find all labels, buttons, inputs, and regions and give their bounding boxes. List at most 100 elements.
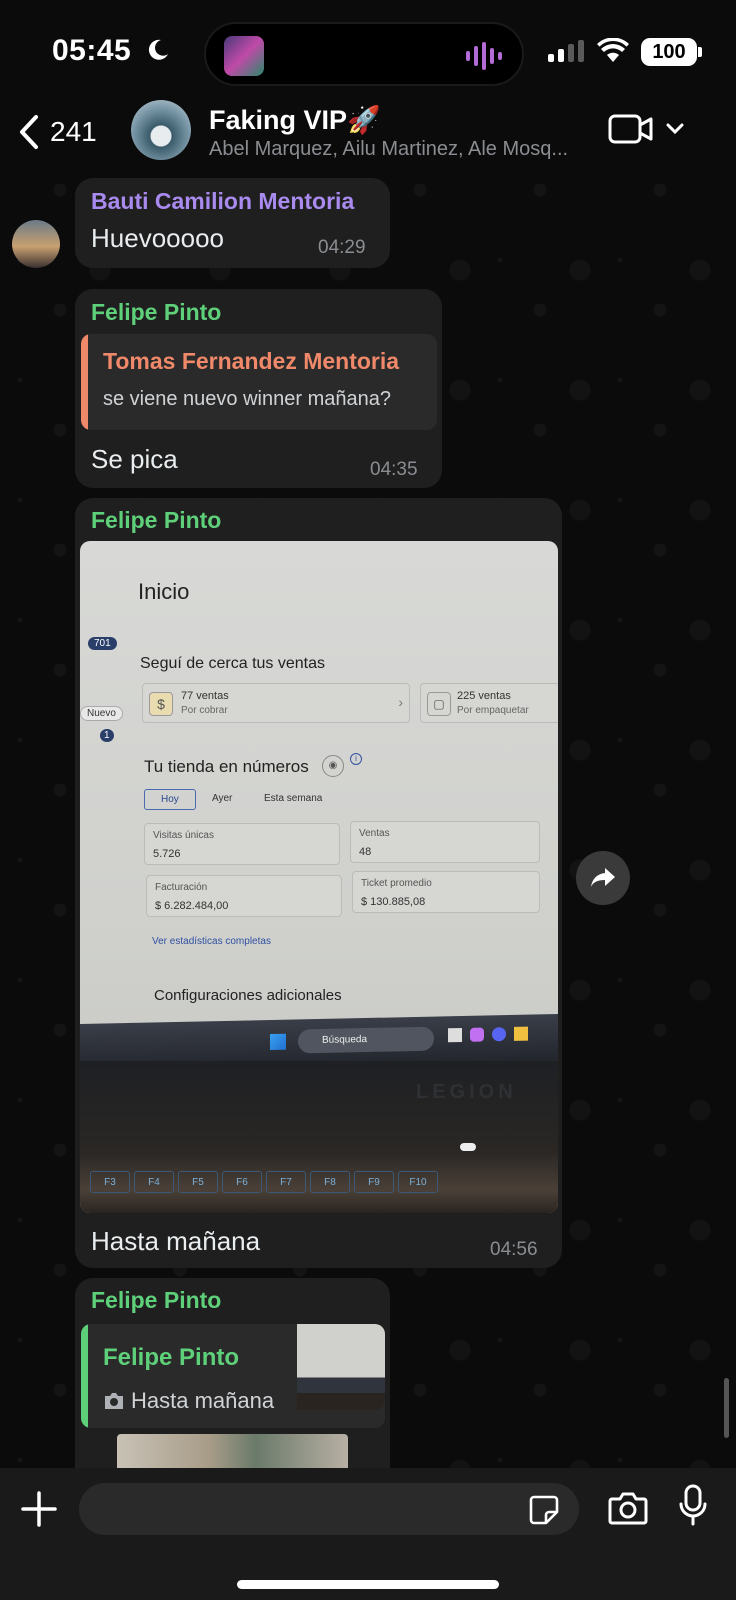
dynamic-island[interactable] (204, 22, 524, 86)
photo-stat-label: Facturación (155, 882, 208, 893)
photo-stat-card: Visitas únicas 5.726 (144, 823, 340, 865)
status-time: 05:45 (52, 34, 132, 67)
chevron-left-icon (20, 115, 38, 149)
camera-icon (105, 1393, 123, 1409)
photo-stat-card: Ventas 48 (350, 821, 540, 863)
photo-keyboard: F3 F4 F5 F6 F7 F8 F9 F10 (80, 1171, 558, 1211)
photo-badge-count: 701 (88, 637, 117, 650)
forward-arrow-icon (591, 868, 615, 887)
group-avatar[interactable] (131, 100, 191, 160)
photo-card-sub: Por empaquetar (457, 705, 529, 716)
power-led (460, 1143, 476, 1151)
group-members[interactable]: Abel Marquez, Ailu Martinez, Ale Mosq... (209, 138, 589, 161)
photo-card-sub: Por cobrar (181, 705, 228, 716)
key: F10 (398, 1171, 438, 1193)
message-time: 04:35 (370, 459, 418, 480)
photo-section-ventas: Seguí de cerca tus ventas (140, 655, 325, 672)
now-playing-artwork (224, 36, 264, 76)
photo-stat-card: Facturación $ 6.282.484,00 (146, 875, 342, 917)
dollar-icon: $ (149, 692, 173, 716)
reply-text: se viene nuevo winner mañana? (103, 388, 391, 410)
info-icon: i (350, 753, 362, 765)
message-time: 04:29 (318, 237, 366, 258)
wifi-icon (597, 38, 629, 62)
reply-author: Tomas Fernandez Mentoria (103, 348, 400, 374)
eye-off-icon: ◉ (322, 755, 344, 777)
photo-page-title: Inicio (138, 579, 190, 604)
key: F5 (178, 1171, 218, 1193)
photo-card-main: 77 ventas (181, 690, 229, 702)
photo-tab-ayer: Ayer (212, 793, 233, 804)
key: F8 (310, 1171, 350, 1193)
photo-card: $ 77 ventas Por cobrar › (142, 683, 410, 723)
message-sender[interactable]: Felipe Pinto (91, 299, 221, 326)
video-call-button[interactable] (608, 114, 684, 144)
message-sender[interactable]: Felipe Pinto (91, 507, 221, 534)
microphone-icon[interactable] (678, 1484, 708, 1528)
photo-tab-semana: Esta semana (264, 793, 323, 804)
chevron-right-icon: › (398, 694, 403, 710)
photo-card: ▢ 225 ventas Por empaquetar (420, 683, 558, 723)
message-sender[interactable]: Felipe Pinto (91, 1287, 221, 1314)
audio-wave-icon (466, 42, 502, 70)
key: F9 (354, 1171, 394, 1193)
photo-stat-value: $ 130.885,08 (361, 896, 426, 908)
sender-avatar[interactable] (12, 220, 60, 268)
message-text: Se pica (91, 444, 178, 474)
photo-stat-value: $ 6.282.484,00 (155, 900, 229, 912)
windows-icon (270, 1033, 286, 1051)
message-text: Hasta mañana (91, 1226, 261, 1256)
plus-icon[interactable] (20, 1490, 58, 1528)
quote-thumbnail (297, 1324, 385, 1410)
photo-section-config: Configuraciones adicionales (154, 987, 342, 1004)
photo-stat-label: Ticket promedio (361, 878, 432, 889)
photo-section-tienda: Tu tienda en números (144, 757, 309, 776)
reply-author: Felipe Pinto (103, 1344, 240, 1371)
battery-tip (698, 47, 702, 57)
reply-bar (81, 334, 88, 430)
message-text: Huevooooo (91, 223, 224, 253)
reply-quote[interactable]: Tomas Fernandez Mentoria se viene nuevo … (81, 334, 437, 430)
photo-taskbar-search: Búsqueda (298, 1026, 434, 1054)
key: F4 (134, 1171, 174, 1193)
message-time: 04:56 (490, 1239, 538, 1260)
status-bar: 05:45 100 (0, 0, 736, 96)
photo-badge-new: Nuevo (80, 706, 123, 721)
group-title[interactable]: Faking VIP🚀 (209, 104, 381, 136)
unread-count: 241 (50, 116, 97, 147)
message-sender[interactable]: Bauti Camilion Mentoria (91, 188, 354, 215)
camera-icon[interactable] (608, 1490, 648, 1526)
photo-laptop-brand: LEGION (416, 1081, 517, 1103)
photo-stat-value: 5.726 (153, 848, 181, 860)
photo-badge-one: 1 (100, 729, 114, 742)
photo-stat-label: Ventas (359, 828, 390, 839)
back-button[interactable]: 241 (18, 110, 97, 154)
scroll-indicator[interactable] (724, 1378, 729, 1438)
box-icon: ▢ (427, 692, 451, 716)
photo-stat-value: 48 (359, 846, 372, 858)
key: F3 (90, 1171, 130, 1193)
forward-button[interactable] (576, 851, 630, 905)
photo-attachment[interactable]: Inicio 701 Nuevo 1 Seguí de cerca tus ve… (80, 541, 558, 1213)
photo-stat-label: Visitas únicas (153, 830, 214, 841)
taskbar-apps (448, 1026, 528, 1047)
reply-text: Hasta mañana (131, 1388, 275, 1413)
photo-tab-hoy: Hoy (144, 789, 196, 810)
message-input[interactable] (79, 1483, 579, 1535)
home-indicator[interactable] (237, 1580, 499, 1589)
chat-header: 241 Faking VIP🚀 Abel Marquez, Ailu Marti… (0, 96, 736, 168)
reply-bar (81, 1324, 88, 1428)
sticker-icon[interactable] (528, 1494, 560, 1526)
cellular-signal-icon (548, 40, 584, 62)
input-bar (0, 1468, 736, 1600)
chevron-down-icon (666, 123, 684, 135)
key: F6 (222, 1171, 262, 1193)
key: F7 (266, 1171, 306, 1193)
photo-card-main: 225 ventas (457, 690, 511, 702)
photo-stats-link: Ver estadísticas completas (152, 936, 271, 947)
video-camera-icon (608, 114, 653, 144)
photo-stat-card: Ticket promedio $ 130.885,08 (352, 871, 540, 913)
photo-laptop: LEGION F3 F4 F5 F6 F7 F8 F9 F10 (80, 1061, 558, 1213)
battery-indicator: 100 (641, 38, 697, 66)
moon-icon (148, 39, 168, 60)
